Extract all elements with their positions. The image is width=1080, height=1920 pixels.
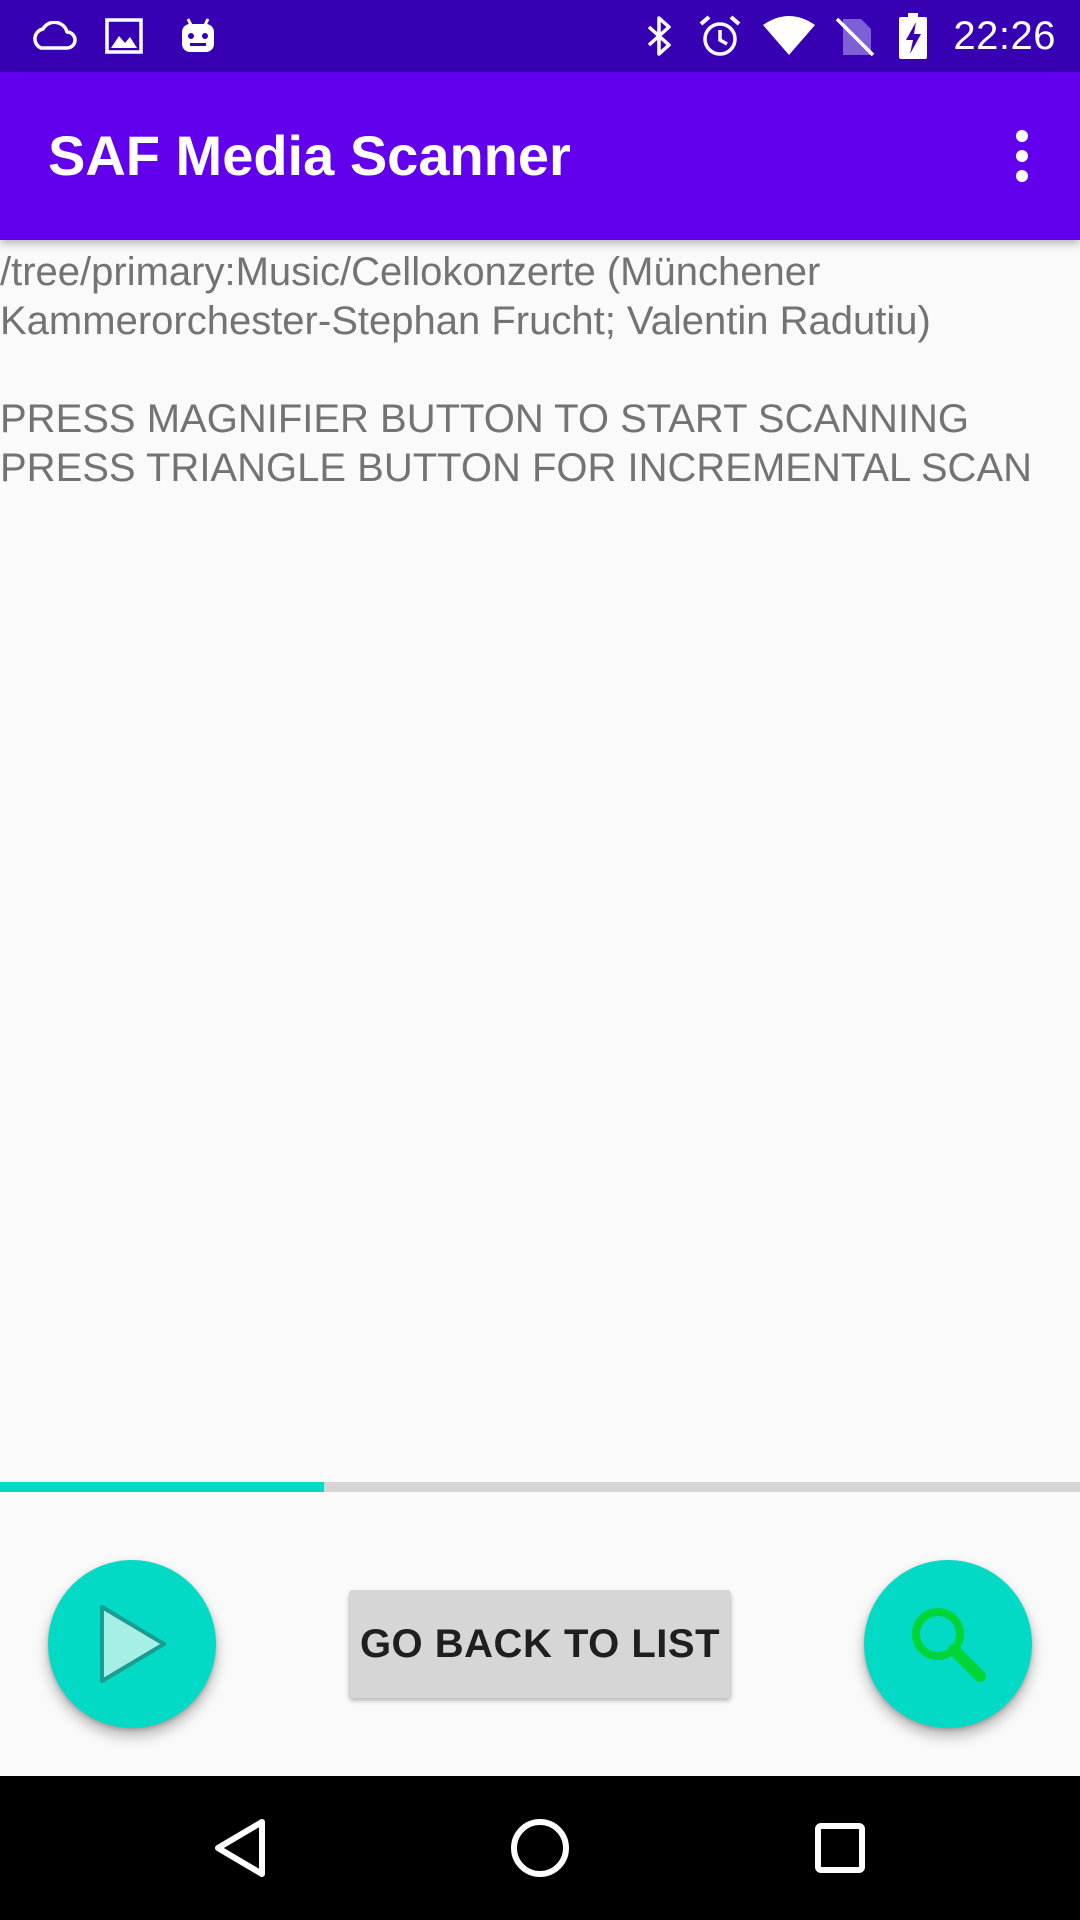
start-scan-button[interactable] (864, 1560, 1032, 1728)
wifi-icon (760, 14, 818, 58)
nav-home-button[interactable] (492, 1800, 588, 1896)
back-triangle-icon (215, 1819, 265, 1877)
android-icon (176, 14, 220, 58)
status-bar: 22:26 (0, 0, 1080, 72)
screen: 22:26 SAF Media Scanner /tree/primary:Mu… (0, 0, 1080, 1920)
alarm-icon (696, 14, 744, 58)
cloud-icon (28, 14, 78, 58)
folder-path: /tree/primary:Music/Cellokonzerte (Münch… (0, 248, 1060, 346)
instruction-line: PRESS TRIANGLE BUTTON FOR INCREMENTAL SC… (0, 446, 1033, 490)
recents-square-icon (815, 1823, 865, 1873)
folder-path-line: Kammerorchester-Stephan Frucht; Valentin… (0, 299, 931, 343)
go-back-to-list-button[interactable]: GO BACK TO LIST (349, 1590, 731, 1698)
image-icon (104, 14, 144, 58)
no-sim-icon (834, 14, 876, 58)
folder-path-line: /tree/primary:Music/Cellokonzerte (Münch… (0, 250, 821, 294)
incremental-scan-button[interactable] (48, 1560, 216, 1728)
bluetooth-icon (640, 14, 680, 58)
status-time: 22:26 (953, 14, 1056, 58)
scan-progress-bar (0, 1482, 1080, 1492)
magnifier-icon (912, 1608, 986, 1682)
instruction-line: PRESS MAGNIFIER BUTTON TO START SCANNING (0, 397, 970, 441)
app-title: SAF Media Scanner (48, 124, 571, 187)
navigation-bar (0, 1776, 1080, 1920)
scan-instructions: PRESS MAGNIFIER BUTTON TO START SCANNING… (0, 395, 1060, 493)
app-bar: SAF Media Scanner (0, 72, 1080, 240)
overflow-menu-button[interactable] (980, 114, 1064, 198)
play-triangle-icon (100, 1605, 166, 1683)
nav-back-button[interactable] (192, 1800, 288, 1896)
nav-recents-button[interactable] (792, 1800, 888, 1896)
more-vert-icon (1016, 130, 1028, 182)
scan-progress-fill (0, 1482, 324, 1492)
battery-charging-icon (896, 13, 930, 59)
home-circle-icon (511, 1819, 569, 1877)
